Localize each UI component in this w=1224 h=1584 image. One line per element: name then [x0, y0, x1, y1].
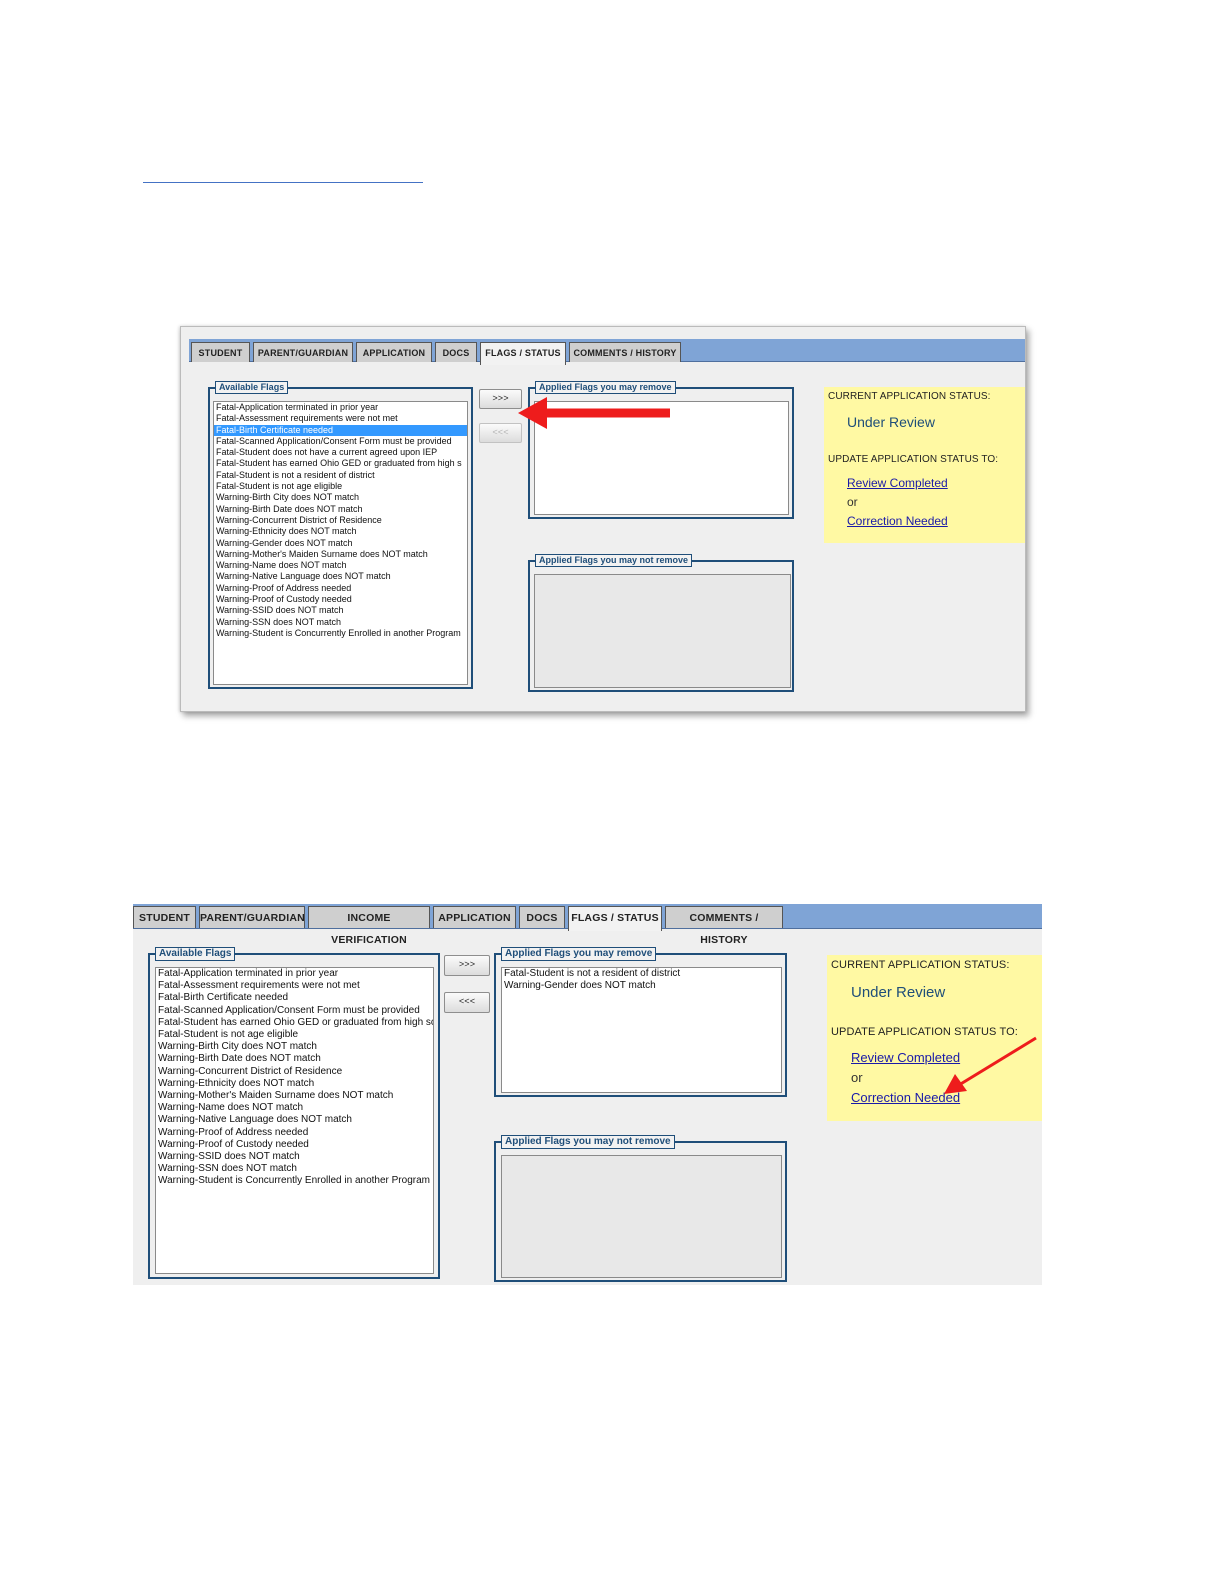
available-flags-listbox[interactable]: Fatal-Application terminated in prior ye… — [155, 967, 434, 1274]
list-item[interactable]: Warning-Birth City does NOT match — [214, 492, 467, 503]
list-item[interactable]: Warning-Proof of Custody needed — [214, 594, 467, 605]
tab-docs[interactable]: DOCS — [519, 906, 565, 928]
list-item[interactable]: Warning-Birth Date does NOT match — [214, 504, 467, 515]
list-item[interactable]: Warning-Mother's Maiden Surname does NOT… — [214, 549, 467, 560]
list-item[interactable]: Warning-Name does NOT match — [214, 560, 467, 571]
tab-comments-history[interactable]: COMMENTS / HISTORY — [569, 342, 681, 362]
tab-application[interactable]: APPLICATION — [433, 906, 516, 928]
list-item[interactable]: Warning-Proof of Address needed — [156, 1127, 433, 1139]
non-removable-flags-legend: Applied Flags you may not remove — [501, 1135, 675, 1149]
screenshot-flags-status-before: STUDENT PARENT/GUARDIAN APPLICATION DOCS… — [180, 326, 1026, 712]
list-item[interactable]: Fatal-Student has earned Ohio GED or gra… — [214, 458, 467, 469]
list-item[interactable]: Fatal-Student is not age eligible — [214, 481, 467, 492]
tab-bar: STUDENT PARENT/GUARDIAN APPLICATION DOCS… — [189, 339, 1025, 365]
current-status-value: Under Review — [851, 984, 946, 1001]
list-item[interactable]: Warning-Student is Concurrently Enrolled… — [214, 628, 467, 639]
non-removable-flags-legend: Applied Flags you may not remove — [535, 554, 693, 567]
tab-income-verification[interactable]: INCOME VERIFICATION — [308, 906, 430, 946]
list-item[interactable]: Warning-Birth Date does NOT match — [156, 1053, 433, 1065]
list-item[interactable]: Fatal-Student is not a resident of distr… — [214, 470, 467, 481]
list-item[interactable]: Warning-Concurrent District of Residence — [214, 515, 467, 526]
list-item[interactable]: Fatal-Application terminated in prior ye… — [214, 402, 467, 413]
list-item[interactable]: Fatal-Student is not age eligible — [156, 1029, 433, 1041]
list-item[interactable]: Warning-Name does NOT match — [156, 1102, 433, 1114]
tab-docs[interactable]: DOCS — [435, 342, 477, 362]
tab-application[interactable]: APPLICATION — [356, 342, 432, 362]
list-item[interactable]: Fatal-Scanned Application/Consent Form m… — [214, 436, 467, 447]
list-item[interactable]: Warning-SSID does NOT match — [156, 1151, 433, 1163]
list-item[interactable]: Warning-Proof of Custody needed — [156, 1139, 433, 1151]
list-item[interactable]: Warning-Native Language does NOT match — [156, 1114, 433, 1126]
non-removable-flags-group: Applied Flags you may not remove — [494, 1135, 787, 1282]
tab-list: STUDENT PARENT/GUARDIAN INCOME VERIFICAT… — [133, 906, 786, 946]
removable-flags-legend: Applied Flags you may remove — [535, 381, 676, 394]
tab-student[interactable]: STUDENT — [191, 342, 250, 362]
list-item[interactable]: Warning-Concurrent District of Residence — [156, 1066, 433, 1078]
list-item[interactable]: Warning-Gender does NOT match — [214, 538, 467, 549]
review-completed-link[interactable]: Review Completed — [851, 1050, 960, 1065]
removable-flags-listbox[interactable]: Fatal-Student is not a resident of distr… — [501, 967, 782, 1093]
removable-flags-group: Applied Flags you may remove — [528, 381, 794, 519]
remove-flag-button[interactable]: <<< — [479, 423, 522, 443]
list-item[interactable]: Fatal-Assessment requirements were not m… — [156, 980, 433, 992]
list-item[interactable]: Warning-Mother's Maiden Surname does NOT… — [156, 1090, 433, 1102]
tab-bar: STUDENT PARENT/GUARDIAN INCOME VERIFICAT… — [133, 904, 1042, 946]
list-item[interactable]: Warning-Ethnicity does NOT match — [214, 526, 467, 537]
tab-comments-history[interactable]: COMMENTS / HISTORY — [665, 906, 783, 946]
tab-parent-guardian[interactable]: PARENT/GUARDIAN — [199, 906, 305, 928]
update-status-label: UPDATE APPLICATION STATUS TO: — [828, 454, 999, 465]
list-item[interactable]: Fatal-Student has earned Ohio GED or gra… — [156, 1017, 433, 1029]
non-removable-flags-listbox — [534, 574, 791, 688]
or-text: or — [847, 495, 858, 509]
list-item[interactable]: Warning-Student is Concurrently Enrolled… — [156, 1175, 433, 1187]
application-status-panel: CURRENT APPLICATION STATUS: Under Review… — [824, 387, 1025, 543]
correction-needed-link[interactable]: Correction Needed — [847, 514, 948, 528]
list-item[interactable]: Fatal-Student does not have a current ag… — [214, 447, 467, 458]
tab-student[interactable]: STUDENT — [133, 906, 196, 928]
list-item[interactable]: Fatal-Birth Certificate needed — [156, 992, 433, 1004]
update-status-label: UPDATE APPLICATION STATUS TO: — [831, 1026, 1018, 1038]
screenshot-flags-status-after: STUDENT PARENT/GUARDIAN INCOME VERIFICAT… — [133, 904, 1042, 1285]
review-completed-link[interactable]: Review Completed — [847, 476, 948, 490]
current-status-value: Under Review — [847, 414, 935, 430]
tab-list: STUDENT PARENT/GUARDIAN APPLICATION DOCS… — [191, 342, 684, 365]
non-removable-flags-group: Applied Flags you may not remove — [528, 554, 794, 692]
list-item[interactable]: Warning-Proof of Address needed — [214, 583, 467, 594]
list-item[interactable]: Warning-Native Language does NOT match — [214, 571, 467, 582]
list-item[interactable]: Fatal-Application terminated in prior ye… — [156, 968, 433, 980]
list-item[interactable]: Warning-SSN does NOT match — [156, 1163, 433, 1175]
current-status-label: CURRENT APPLICATION STATUS: — [828, 391, 991, 402]
tab-flags-status[interactable]: FLAGS / STATUS — [568, 906, 662, 931]
list-item[interactable]: Warning-SSID does NOT match — [214, 605, 467, 616]
available-flags-group: Available Flags Fatal-Application termin… — [148, 947, 440, 1279]
available-flags-legend: Available Flags — [155, 947, 236, 961]
available-flags-group: Available Flags Fatal-Application termin… — [208, 381, 473, 689]
list-item[interactable]: Fatal-Birth Certificate needed — [214, 424, 467, 436]
tab-parent-guardian[interactable]: PARENT/GUARDIAN — [253, 342, 353, 362]
document-divider-line — [143, 182, 423, 183]
list-item[interactable]: Fatal-Student is not a resident of distr… — [502, 968, 781, 980]
list-item[interactable]: Fatal-Scanned Application/Consent Form m… — [156, 1005, 433, 1017]
available-flags-listbox[interactable]: Fatal-Application terminated in prior ye… — [213, 401, 468, 685]
add-flag-button[interactable]: >>> — [444, 955, 490, 976]
removable-flags-group: Applied Flags you may remove Fatal-Stude… — [494, 947, 787, 1097]
correction-needed-link[interactable]: Correction Needed — [851, 1090, 960, 1105]
removable-flags-legend: Applied Flags you may remove — [501, 947, 657, 961]
or-text: or — [851, 1070, 863, 1085]
available-flags-legend: Available Flags — [215, 381, 289, 394]
removable-flags-listbox[interactable] — [534, 401, 789, 515]
list-item[interactable]: Warning-Ethnicity does NOT match — [156, 1078, 433, 1090]
list-item[interactable]: Warning-Birth City does NOT match — [156, 1041, 433, 1053]
list-item[interactable]: Warning-Gender does NOT match — [502, 980, 781, 992]
list-item[interactable]: Fatal-Assessment requirements were not m… — [214, 413, 467, 424]
application-status-panel: CURRENT APPLICATION STATUS: Under Review… — [827, 955, 1042, 1121]
remove-flag-button[interactable]: <<< — [444, 992, 490, 1013]
current-status-label: CURRENT APPLICATION STATUS: — [831, 959, 1010, 971]
non-removable-flags-listbox — [501, 1155, 782, 1278]
add-flag-button[interactable]: >>> — [479, 389, 522, 409]
tab-flags-status[interactable]: FLAGS / STATUS — [480, 342, 566, 365]
list-item[interactable]: Warning-SSN does NOT match — [214, 617, 467, 628]
